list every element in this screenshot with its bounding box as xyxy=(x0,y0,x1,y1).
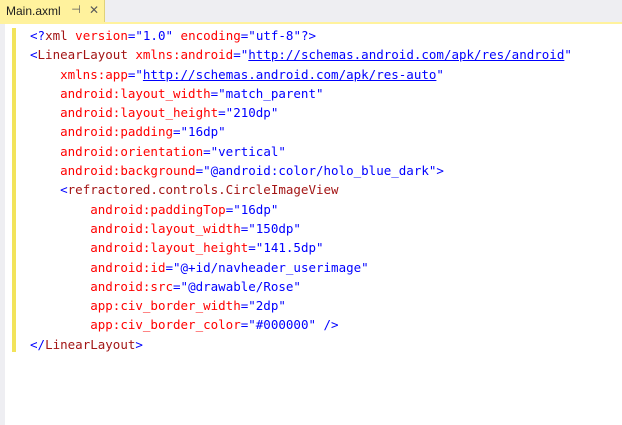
code-token: xmlns:app xyxy=(60,66,128,82)
editor-left-border xyxy=(0,24,5,425)
close-icon[interactable]: ✕ xyxy=(87,3,101,17)
code-line[interactable]: android:orientation="vertical" xyxy=(30,142,622,161)
code-line[interactable]: app:civ_border_color="#000000" /> xyxy=(30,315,622,334)
namespace-link[interactable]: http://schemas.android.com/apk/res-auto xyxy=(143,67,437,82)
code-token: ="16dp" xyxy=(173,124,226,140)
code-token: android:id xyxy=(90,259,166,275)
code-line[interactable]: xmlns:app="http://schemas.android.com/ap… xyxy=(30,65,622,84)
tab-title: Main.axml xyxy=(6,4,61,18)
code-token: ="vertical" xyxy=(203,143,286,159)
code-token: < xyxy=(30,47,38,63)
code-token: android:padding xyxy=(60,124,173,140)
code-token: android:src xyxy=(90,278,174,294)
code-token: > xyxy=(135,336,143,352)
code-line[interactable]: android:background="@android:color/holo_… xyxy=(30,161,622,180)
code-token: ="150dp" xyxy=(240,220,301,236)
code-token: encoding xyxy=(180,28,241,43)
code-token: ="@+id/navheader_userimage" xyxy=(165,259,369,275)
code-line[interactable]: android:id="@+id/navheader_userimage" xyxy=(30,258,622,277)
code-line[interactable]: <?xml version="1.0" encoding="utf-8"?> xyxy=(30,26,622,45)
code-line[interactable]: android:layout_height="141.5dp" xyxy=(30,238,622,257)
code-token: android:paddingTop xyxy=(90,201,226,217)
code-line[interactable]: android:layout_height="210dp" xyxy=(30,103,622,122)
code-line[interactable]: app:civ_border_width="2dp" xyxy=(30,296,622,315)
code-token: android:orientation xyxy=(60,143,204,159)
code-token: android:layout_width xyxy=(60,85,211,101)
xml-code-editor[interactable]: <?xml version="1.0" encoding="utf-8"?> <L… xyxy=(30,26,622,425)
code-line[interactable]: </LinearLayout> xyxy=(30,335,622,354)
document-tab-strip: Main.axml ⊣ ✕ xyxy=(0,0,622,24)
code-token: refractored.controls.CircleImageView xyxy=(67,182,339,198)
code-token: xmlns:android xyxy=(135,47,234,63)
code-token: android:layout_height xyxy=(60,105,219,121)
code-line[interactable]: <refractored.controls.CircleImageView xyxy=(30,180,622,199)
code-token: ="@android:color/holo_blue_dark"> xyxy=(195,163,444,179)
code-token: LinearLayout xyxy=(37,47,128,63)
code-token: < xyxy=(30,182,68,198)
tab-main-axml[interactable]: Main.axml ⊣ ✕ xyxy=(0,0,105,22)
tab-underline xyxy=(0,22,622,24)
code-token: =" xyxy=(127,66,143,82)
code-token: android:background xyxy=(60,163,196,179)
change-tracking-margin xyxy=(12,28,16,352)
code-token: ="match_parent" xyxy=(210,85,324,101)
code-token: ="1.0" xyxy=(127,28,181,43)
code-token: </ xyxy=(30,336,46,352)
code-token: " xyxy=(564,47,572,63)
code-token: " xyxy=(436,66,444,82)
code-line[interactable]: <LinearLayout xmlns:android="http://sche… xyxy=(30,45,622,64)
code-line[interactable]: android:padding="16dp" xyxy=(30,122,622,141)
pin-icon[interactable]: ⊣ xyxy=(69,3,83,17)
code-token: ="2dp" xyxy=(240,298,286,314)
code-token: ="141.5dp" xyxy=(248,240,324,256)
code-line[interactable]: android:src="@drawable/Rose" xyxy=(30,277,622,296)
code-token: android:layout_width xyxy=(90,220,241,236)
code-line[interactable]: android:layout_width="150dp" xyxy=(30,219,622,238)
code-token: ="16dp" xyxy=(225,201,279,217)
code-token: ="#000000" /> xyxy=(240,317,339,333)
code-token: android:layout_height xyxy=(90,240,249,256)
code-token: ="210dp" xyxy=(218,105,279,121)
code-token: =" xyxy=(233,47,249,63)
code-token: ="utf-8"?> xyxy=(240,28,317,43)
code-editor-window: Main.axml ⊣ ✕ <?xml version="1.0" encodi… xyxy=(0,0,622,425)
code-token: ="@drawable/Rose" xyxy=(173,278,301,294)
code-token: version xyxy=(75,28,128,43)
code-token: LinearLayout xyxy=(45,336,136,352)
namespace-link[interactable]: http://schemas.android.com/apk/res/andro… xyxy=(248,47,564,62)
code-token: xml xyxy=(45,28,68,43)
code-token: app:civ_border_width xyxy=(90,298,241,314)
code-token: <? xyxy=(30,28,46,43)
code-line[interactable]: android:layout_width="match_parent" xyxy=(30,84,622,103)
code-token: app:civ_border_color xyxy=(90,317,241,333)
code-line[interactable]: android:paddingTop="16dp" xyxy=(30,200,622,219)
